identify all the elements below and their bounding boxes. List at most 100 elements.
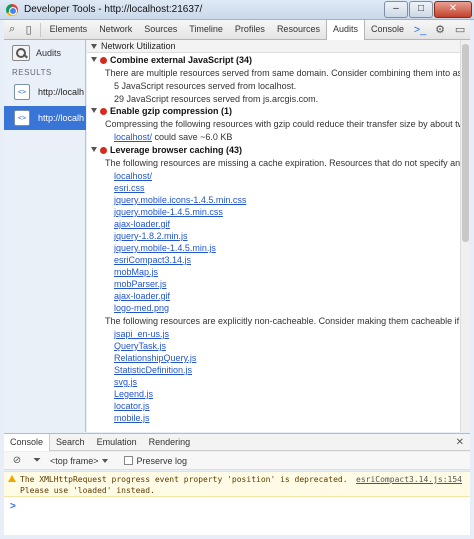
chevron-down-icon (101, 458, 108, 463)
dock-icon[interactable]: ▭ (452, 22, 468, 38)
severity-red-icon (100, 108, 107, 115)
result-label: http://localh (38, 113, 85, 123)
resource-link[interactable]: svg.js (114, 376, 137, 388)
result-label: http://localh (38, 87, 85, 97)
tab-separator (39, 22, 41, 37)
drawer-tab-rendering[interactable]: Rendering (143, 434, 197, 451)
maximize-button[interactable]: □ (409, 1, 433, 18)
resource-link[interactable]: QueryTask.js (114, 340, 166, 352)
html-document-icon: <> (14, 110, 30, 126)
rule-gzip[interactable]: Enable gzip compression (1) (91, 105, 232, 117)
scrollbar-thumb[interactable] (462, 44, 469, 242)
rule-detail-line: 29 JavaScript resources served from js.a… (114, 94, 319, 104)
resource-link[interactable]: jquery.mobile-1.4.5.min.css (114, 206, 223, 218)
console-input-area[interactable]: > (4, 497, 470, 535)
resource-link[interactable]: jquery.mobile-1.4.5.min.js (114, 242, 216, 254)
resource-link[interactable]: StatisticDefinition.js (114, 364, 192, 376)
resource-link[interactable]: mobile.js (114, 412, 150, 424)
result-item[interactable]: <> http://localh (4, 80, 86, 104)
resource-link[interactable]: esri.css (114, 182, 145, 194)
severity-red-icon (100, 57, 107, 64)
audits-sidebar: Audits RESULTS <> http://localh <> http:… (4, 40, 86, 432)
result-item-selected[interactable]: <> http://localh (4, 106, 86, 130)
rule-title: Enable gzip compression (1) (110, 106, 233, 116)
close-window-button[interactable]: ✕ (434, 1, 472, 18)
settings-icon[interactable]: ⚙ (432, 22, 448, 38)
inspect-element-icon[interactable]: ⌕ (6, 22, 18, 38)
filter-icon[interactable]: ⏷ (30, 454, 44, 468)
console-toolbar: ⊘ ⏷ <top frame> Preserve log (4, 452, 470, 470)
audits-icon (12, 45, 30, 61)
minimize-button[interactable]: – (384, 1, 408, 18)
resource-link[interactable]: locator.js (114, 400, 150, 412)
close-drawer-icon[interactable]: ✕ (456, 437, 464, 448)
console-prompt-icon: > (10, 501, 16, 512)
tab-timeline[interactable]: Timeline (183, 20, 229, 39)
drawer-tab-console[interactable]: Console (4, 433, 51, 451)
sidebar-audits-label: Audits (36, 48, 62, 58)
expand-triangle-icon (91, 147, 97, 152)
audit-results-pane: Network Utilization Combine external Jav… (87, 40, 460, 432)
severity-red-icon (100, 147, 107, 154)
console-warning-message: The XMLHttpRequest progress event proper… (4, 471, 470, 497)
tab-network[interactable]: Network (93, 20, 138, 39)
results-scrollbar[interactable] (460, 40, 470, 432)
resource-link[interactable]: logo-med.png (114, 302, 169, 314)
resource-link[interactable]: localhost/ (114, 132, 152, 142)
resource-link[interactable]: RelationshipQuery.js (114, 352, 196, 364)
rule-description: There are multiple resources served from… (105, 68, 460, 78)
resource-link[interactable]: ajax-loader.gif (114, 218, 170, 230)
resource-link[interactable]: jquery.mobile.icons-1.4.5.min.css (114, 194, 246, 206)
resource-link[interactable]: esriCompact3.14.js (114, 254, 191, 266)
rule-title: Combine external JavaScript (34) (110, 55, 253, 65)
tab-resources[interactable]: Resources (271, 20, 326, 39)
rule-browser-caching[interactable]: Leverage browser caching (43) (91, 144, 242, 156)
resource-link[interactable]: Legend.js (114, 388, 153, 400)
tab-audits[interactable]: Audits (325, 20, 365, 40)
drawer-tab-emulation[interactable]: Emulation (91, 434, 143, 451)
tab-elements[interactable]: Elements (44, 20, 94, 39)
warning-text-line2: Please use 'loaded' instead. (20, 486, 155, 495)
preserve-log-label: Preserve log (136, 455, 188, 466)
resource-link[interactable]: jquery-1.8.2.min.js (114, 230, 188, 242)
preserve-log-checkbox[interactable] (123, 456, 133, 465)
clear-console-icon[interactable]: ⊘ (10, 454, 24, 468)
tab-sources[interactable]: Sources (138, 20, 183, 39)
rule-description: The following resources are missing a ca… (105, 158, 460, 168)
rule-description: Compressing the following resources with… (105, 119, 460, 129)
savings-text: could save ~6.0 KB (154, 132, 233, 142)
window-title: Developer Tools - http://localhost:21637… (24, 4, 203, 15)
drawer-tab-search[interactable]: Search (50, 434, 91, 451)
device-mode-icon[interactable]: ▯ (22, 22, 34, 38)
section-title: Network Utilization (101, 41, 176, 51)
tabbar-right-icons: >_ ⚙ ▭ (410, 22, 470, 38)
warning-text-line1: The XMLHttpRequest progress event proper… (20, 475, 348, 484)
resource-link[interactable]: mobParser.js (114, 278, 167, 290)
section-header-network-utilization[interactable]: Network Utilization (87, 40, 460, 53)
expand-triangle-icon (91, 108, 97, 113)
tab-console[interactable]: Console (365, 20, 410, 39)
frame-select[interactable]: <top frame> (48, 456, 110, 466)
window-titlebar: Developer Tools - http://localhost:21637… (0, 0, 474, 20)
expand-triangle-icon (91, 57, 97, 62)
chrome-icon (6, 4, 18, 16)
sidebar-item-audits[interactable]: Audits (4, 43, 86, 63)
resource-link[interactable]: localhost/ (114, 170, 152, 182)
results-header: RESULTS (12, 68, 52, 77)
expand-triangle-icon (91, 44, 97, 50)
rule-title: Leverage browser caching (43) (110, 145, 243, 155)
console-drawer-icon[interactable]: >_ (412, 22, 428, 38)
rule-description: The following resources are explicitly n… (105, 316, 460, 326)
resource-link[interactable]: mobMap.js (114, 266, 158, 278)
rule-detail-line: 5 JavaScript resources served from local… (114, 81, 297, 91)
frame-select-value: <top frame> (50, 455, 99, 466)
resource-link[interactable]: jsapi_en-us.js (114, 328, 169, 340)
html-document-icon: <> (14, 84, 30, 100)
devtools-tabbar: ⌕ ▯ Elements Network Sources Timeline Pr… (4, 20, 470, 40)
drawer-tabbar: Console Search Emulation Rendering ✕ (4, 433, 470, 451)
resource-link[interactable]: ajax-loader.gif (114, 290, 170, 302)
warning-source-link[interactable]: esriCompact3.14.js:154 (356, 475, 462, 484)
warning-icon (8, 475, 16, 482)
tab-profiles[interactable]: Profiles (229, 20, 271, 39)
rule-combine-js[interactable]: Combine external JavaScript (34) (91, 54, 252, 66)
